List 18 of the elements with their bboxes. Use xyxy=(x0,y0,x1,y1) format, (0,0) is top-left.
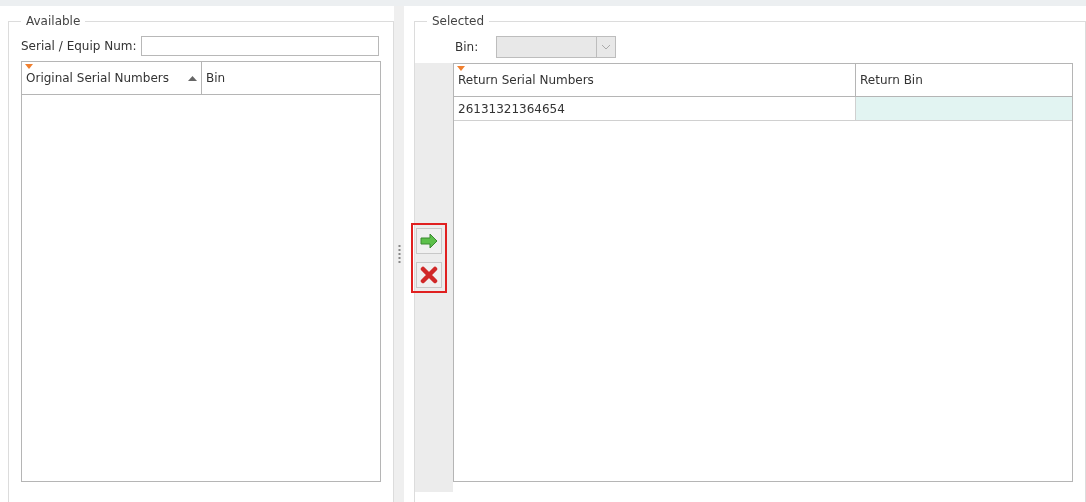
serial-search-field[interactable] xyxy=(140,36,379,56)
field-label: Bin: xyxy=(455,40,479,54)
field-label: Serial / Equip Num: xyxy=(21,39,137,53)
remove-button[interactable] xyxy=(416,261,442,288)
chevron-down-icon xyxy=(602,44,611,50)
column-header[interactable]: Bin xyxy=(202,62,380,94)
filter-icon[interactable] xyxy=(457,66,465,71)
filter-icon[interactable] xyxy=(25,64,33,69)
column-header[interactable]: Return Bin xyxy=(856,64,1072,96)
column-header[interactable]: Return Serial Numbers xyxy=(454,64,856,96)
group-title: Available xyxy=(25,14,82,28)
add-button[interactable] xyxy=(416,227,442,254)
splitter-handle[interactable] xyxy=(394,6,404,502)
close-icon xyxy=(420,265,438,284)
group-title: Selected xyxy=(431,14,486,28)
sort-ascending-icon xyxy=(188,75,197,81)
column-header[interactable]: Original Serial Numbers xyxy=(22,62,202,94)
arrow-right-icon xyxy=(420,233,438,248)
